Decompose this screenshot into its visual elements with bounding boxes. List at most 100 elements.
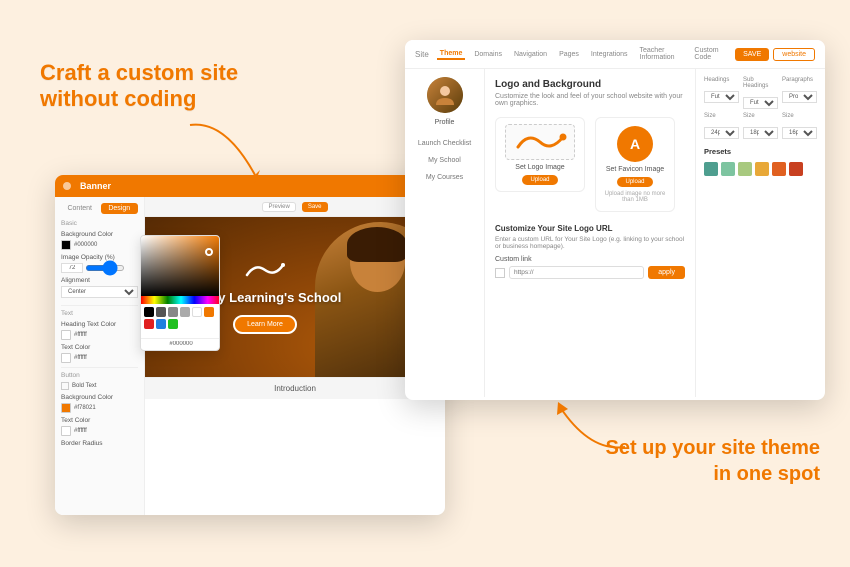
sub-headings-font-select[interactable]: Futura Arial xyxy=(743,97,778,109)
text-color-swatch[interactable] xyxy=(61,353,71,363)
opacity-row xyxy=(61,263,138,273)
bold-row: Bold Text xyxy=(61,382,138,390)
btn-bg-value: #f78021 xyxy=(74,405,96,411)
swatch-blue[interactable] xyxy=(156,319,166,329)
preset-mint[interactable] xyxy=(721,162,735,176)
color-swatches xyxy=(141,304,219,332)
settings-body: Profile Launch Checklist My School My Co… xyxy=(405,69,825,397)
preset-orange[interactable] xyxy=(772,162,786,176)
tab-design[interactable]: Design xyxy=(101,203,139,214)
tab-teacher-info[interactable]: Teacher Information xyxy=(637,46,686,62)
header-dot xyxy=(63,182,71,190)
tab-navigation[interactable]: Navigation xyxy=(511,50,550,59)
logo-bg-grid: Set Logo Image Upload A Set Favicon Imag… xyxy=(495,117,685,212)
settings-sidebar: Profile Launch Checklist My School My Co… xyxy=(405,69,485,397)
sub-headings-col: Sub Headings Futura Arial xyxy=(743,77,778,109)
swatch-gray[interactable] xyxy=(168,307,178,317)
tab-theme[interactable]: Theme xyxy=(437,49,466,60)
preset-yellow[interactable] xyxy=(755,162,769,176)
text-color-value: #ffffff xyxy=(74,355,87,361)
swatch-black[interactable] xyxy=(144,307,154,317)
bold-checkbox[interactable] xyxy=(61,382,69,390)
sidebar-item-school[interactable]: My School xyxy=(409,153,480,168)
sidebar-item-courses[interactable]: My Courses xyxy=(409,170,480,185)
preset-teal[interactable] xyxy=(704,162,718,176)
p-size-select[interactable]: 16px 14px xyxy=(782,127,817,139)
p-size-label: Size xyxy=(782,113,817,119)
logo-upload-btn[interactable]: Upload xyxy=(522,175,557,185)
section-button: Button xyxy=(61,372,138,379)
sh-size-select[interactable]: 18px 16px xyxy=(743,127,778,139)
tab-custom-code[interactable]: Custom Code xyxy=(691,46,727,62)
favicon-label: Set Favicon Image xyxy=(606,166,664,173)
preview-btn[interactable]: Preview xyxy=(262,202,295,212)
h-size-select[interactable]: 24px 20px xyxy=(704,127,739,139)
section-text: Text xyxy=(61,310,138,317)
canvas-footer-text: Introduction xyxy=(274,384,316,393)
swatch-white[interactable] xyxy=(192,307,202,317)
canvas-toolbar: Preview Save xyxy=(145,197,445,217)
color-gradient[interactable] xyxy=(141,236,220,296)
size-row: Size 24px 20px Size 18px 16px Size xyxy=(704,113,817,139)
headings-font-select[interactable]: Futura Arial xyxy=(704,91,739,103)
right-annotation: Set up your site theme in one spot xyxy=(606,435,821,487)
paragraphs-font-select[interactable]: Proxima Nova Arial xyxy=(782,91,817,103)
swatch-orange[interactable] xyxy=(204,307,214,317)
settings-top-actions: SAVE website xyxy=(735,48,815,61)
swatch-red[interactable] xyxy=(144,319,154,329)
sidebar-item-launch[interactable]: Launch Checklist xyxy=(409,136,480,151)
settings-save-btn[interactable]: SAVE xyxy=(735,48,769,61)
builder-body: Content Design Basic Background Color #0… xyxy=(55,197,445,515)
headings-label: Headings xyxy=(704,77,739,83)
custom-link-label: Custom link xyxy=(495,256,685,263)
tab-domains[interactable]: Domains xyxy=(471,50,505,59)
text-color-row: #ffffff xyxy=(61,353,138,363)
tab-content[interactable]: Content xyxy=(61,203,99,214)
bg-color-row: #000000 xyxy=(61,240,138,250)
font-headers-row: Headings Futura Arial Sub Headings Futur… xyxy=(704,77,817,109)
btn-bg-swatch[interactable] xyxy=(61,403,71,413)
canvas-footer: Introduction xyxy=(145,377,445,399)
btn-text-row: #ffffff xyxy=(61,426,138,436)
save-btn[interactable]: Save xyxy=(302,202,328,212)
preset-red[interactable] xyxy=(789,162,803,176)
favicon-circle: A xyxy=(617,126,653,162)
swatch-dark[interactable] xyxy=(156,307,166,317)
settings-window: Site Theme Domains Navigation Pages Inte… xyxy=(405,40,825,400)
apply-btn[interactable]: apply xyxy=(648,266,685,279)
site-label: Site xyxy=(415,50,429,59)
color-hex-input[interactable] xyxy=(141,338,220,349)
favicon-upload-btn[interactable]: Upload xyxy=(617,177,652,187)
color-hue-slider[interactable] xyxy=(141,296,220,304)
bg-color-value: #000000 xyxy=(74,242,97,248)
paragraphs-col: Paragraphs Proxima Nova Arial xyxy=(782,77,817,109)
hero-learn-btn[interactable]: Learn More xyxy=(233,315,297,334)
tab-pages[interactable]: Pages xyxy=(556,50,582,59)
settings-publish-btn[interactable]: website xyxy=(773,48,815,61)
preset-lime[interactable] xyxy=(738,162,752,176)
swatch-green[interactable] xyxy=(168,319,178,329)
tab-integrations[interactable]: Integrations xyxy=(588,50,631,59)
custom-url-desc: Enter a custom URL for Your Site Logo (e… xyxy=(495,236,685,250)
swatch-light[interactable] xyxy=(180,307,190,317)
paragraphs-label: Paragraphs xyxy=(782,77,817,83)
opacity-input[interactable] xyxy=(61,263,83,273)
custom-url-checkbox[interactable] xyxy=(495,268,505,278)
opacity-slider[interactable] xyxy=(85,265,125,271)
alignment-label: Alignment xyxy=(61,277,138,284)
heading-color-swatch[interactable] xyxy=(61,330,71,340)
border-radius-label: Border Radius xyxy=(61,440,138,447)
sidebar-tabs: Content Design xyxy=(61,203,138,214)
custom-url-input[interactable] xyxy=(509,266,644,279)
logo-upload-box: Set Logo Image Upload xyxy=(495,117,585,192)
builder-window: Banner Content Design Basic Background C… xyxy=(55,175,445,515)
sh-size-col: Size 18px 16px xyxy=(743,113,778,139)
logo-bg-title: Logo and Background xyxy=(495,79,685,90)
bg-color-swatch[interactable] xyxy=(61,240,71,250)
btn-text-value: #ffffff xyxy=(74,428,87,434)
avatar-icon xyxy=(433,83,457,107)
hero-logo-svg xyxy=(245,261,285,279)
alignment-select[interactable]: Center Left Right xyxy=(61,286,138,298)
btn-text-swatch[interactable] xyxy=(61,426,71,436)
presets-title: Presets xyxy=(704,147,817,156)
